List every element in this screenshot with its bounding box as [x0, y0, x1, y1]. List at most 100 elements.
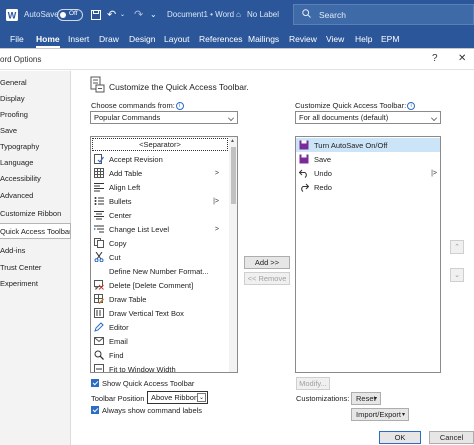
- list-item[interactable]: Accept Revision: [91, 152, 229, 166]
- delete-comment-icon: [94, 280, 104, 290]
- draw-table-icon: [94, 294, 104, 304]
- list-item-label: Draw Table: [109, 294, 147, 304]
- move-down-button[interactable]: ⌄: [450, 268, 464, 282]
- choose-commands-dropdown[interactable]: Popular Commands: [90, 111, 238, 124]
- tab-draw[interactable]: Draw: [99, 29, 119, 49]
- list-item[interactable]: Redo: [296, 180, 440, 194]
- text-box-icon: [94, 308, 104, 318]
- word-logo-icon: W: [6, 0, 18, 29]
- close-button[interactable]: ✕: [458, 53, 466, 64]
- options-nav: General Display Proofing Save Typography…: [0, 71, 71, 445]
- choose-commands-label: Choose commands from: i: [91, 101, 184, 110]
- remove-button[interactable]: << Remove: [244, 272, 290, 285]
- scroll-up-icon[interactable]: ▲: [230, 138, 235, 144]
- list-item[interactable]: Cut: [91, 250, 229, 264]
- nav-typography[interactable]: Typography: [0, 138, 71, 154]
- cancel-button[interactable]: Cancel: [429, 431, 474, 444]
- list-item[interactable]: Delete [Delete Comment]: [91, 278, 229, 292]
- nav-language[interactable]: Language: [0, 154, 71, 170]
- show-qat-checkbox[interactable]: [91, 379, 99, 387]
- nav-customize-ribbon[interactable]: Customize Ribbon: [0, 205, 71, 221]
- choose-commands-text: Choose commands from:: [91, 101, 175, 110]
- add-button[interactable]: Add >>: [244, 256, 290, 269]
- list-item[interactable]: Draw Vertical Text Box: [91, 306, 229, 320]
- ok-button[interactable]: OK: [379, 431, 421, 444]
- list-item-label: Change List Level: [109, 224, 170, 234]
- show-labels-checkbox[interactable]: [91, 406, 99, 414]
- undo-dropdown-icon[interactable]: ⌄: [120, 0, 125, 29]
- list-item-label: Find: [109, 350, 124, 360]
- tab-layout[interactable]: Layout: [164, 29, 190, 49]
- list-item[interactable]: Center: [91, 208, 229, 222]
- tab-review[interactable]: Review: [289, 29, 317, 49]
- toolbar-items-list[interactable]: Turn AutoSave On/Off Save Undo |> Redo: [295, 136, 441, 373]
- nav-proofing[interactable]: Proofing: [0, 106, 71, 122]
- dialog-title: ord Options: [0, 55, 42, 64]
- list-item[interactable]: Draw Table: [91, 292, 229, 306]
- commands-scrollbar[interactable]: ▲: [229, 137, 237, 372]
- list-item[interactable]: Find: [91, 348, 229, 362]
- nav-advanced[interactable]: Advanced: [0, 187, 71, 203]
- nav-quick-access-toolbar[interactable]: Quick Access Toolbar: [0, 223, 71, 239]
- list-item[interactable]: Align Left: [91, 180, 229, 194]
- list-item[interactable]: Undo |>: [296, 166, 440, 180]
- chevron-down-icon: [228, 115, 234, 121]
- nav-experiment[interactable]: Experiment: [0, 275, 71, 291]
- nav-general[interactable]: General: [0, 74, 71, 90]
- nav-accessibility[interactable]: Accessibility: [0, 170, 71, 186]
- toolbar-position-dropdown[interactable]: Above Ribbon ⌄: [147, 391, 208, 404]
- list-item[interactable]: Editor: [91, 320, 229, 334]
- toolbar-position-label: Toolbar Position: [91, 394, 145, 403]
- list-item-separator[interactable]: <Separator>: [92, 138, 228, 151]
- customize-qat-label: Customize Quick Access Toolbar: i: [295, 101, 416, 110]
- tab-home[interactable]: Home: [36, 29, 60, 49]
- nav-display[interactable]: Display: [0, 90, 71, 106]
- tab-view[interactable]: View: [326, 29, 344, 49]
- modify-button[interactable]: Modify...: [296, 377, 330, 390]
- nav-trust-center[interactable]: Trust Center: [0, 259, 71, 275]
- undo-icon[interactable]: ↶: [107, 0, 116, 29]
- customize-qat-icon[interactable]: ⌄: [150, 0, 157, 29]
- list-item-label: Align Left: [109, 182, 141, 192]
- customize-qat-dropdown[interactable]: For all documents (default): [295, 111, 441, 124]
- list-item[interactable]: Fit to Window Width: [91, 362, 229, 372]
- reset-button[interactable]: Reset ▾: [351, 392, 381, 405]
- list-item[interactable]: Change List Level >: [91, 222, 229, 236]
- help-button[interactable]: ?: [432, 53, 438, 64]
- align-center-icon: [94, 211, 104, 220]
- list-item[interactable]: Save: [296, 152, 440, 166]
- scrollbar-thumb[interactable]: [231, 147, 236, 204]
- autosave-toggle[interactable]: Off: [57, 0, 83, 29]
- list-item[interactable]: Bullets |>: [91, 194, 229, 208]
- tab-help[interactable]: Help: [355, 29, 372, 49]
- commands-list[interactable]: <Separator> Accept Revision Add Table > …: [90, 136, 238, 373]
- list-item-label: Draw Vertical Text Box: [109, 308, 184, 318]
- nav-add-ins[interactable]: Add-ins: [0, 242, 71, 258]
- move-up-button[interactable]: ⌃: [450, 240, 464, 254]
- list-item[interactable]: Email: [91, 334, 229, 348]
- copy-icon: [94, 238, 104, 248]
- chevron-down-icon: [431, 115, 437, 121]
- nav-save[interactable]: Save: [0, 122, 71, 138]
- list-item[interactable]: Copy: [91, 236, 229, 250]
- page-heading: Customize the Quick Access Toolbar.: [109, 82, 249, 92]
- undo-icon: [299, 169, 307, 178]
- tab-mailings[interactable]: Mailings: [248, 29, 279, 49]
- list-item-label: Accept Revision: [109, 154, 163, 164]
- save-icon[interactable]: [91, 0, 101, 29]
- redo-icon[interactable]: ↷: [134, 0, 143, 29]
- tab-insert[interactable]: Insert: [68, 29, 89, 49]
- submenu-chevron-icon: >: [214, 169, 219, 177]
- list-item[interactable]: Add Table >: [91, 166, 229, 180]
- list-item[interactable]: Turn AutoSave On/Off: [296, 138, 440, 152]
- import-export-button[interactable]: Import/Export ▾: [351, 408, 409, 421]
- tab-references[interactable]: References: [199, 29, 242, 49]
- import-export-label: Import/Export: [356, 410, 402, 419]
- list-item[interactable]: Define New Number Format...: [91, 264, 229, 278]
- autosave-state: Off: [69, 9, 78, 17]
- search-box[interactable]: Search: [293, 4, 474, 25]
- tab-epm[interactable]: EPM: [381, 29, 399, 49]
- tab-design[interactable]: Design: [129, 29, 155, 49]
- tab-file[interactable]: File: [10, 29, 24, 49]
- chevron-down-icon: ⌄: [454, 272, 460, 279]
